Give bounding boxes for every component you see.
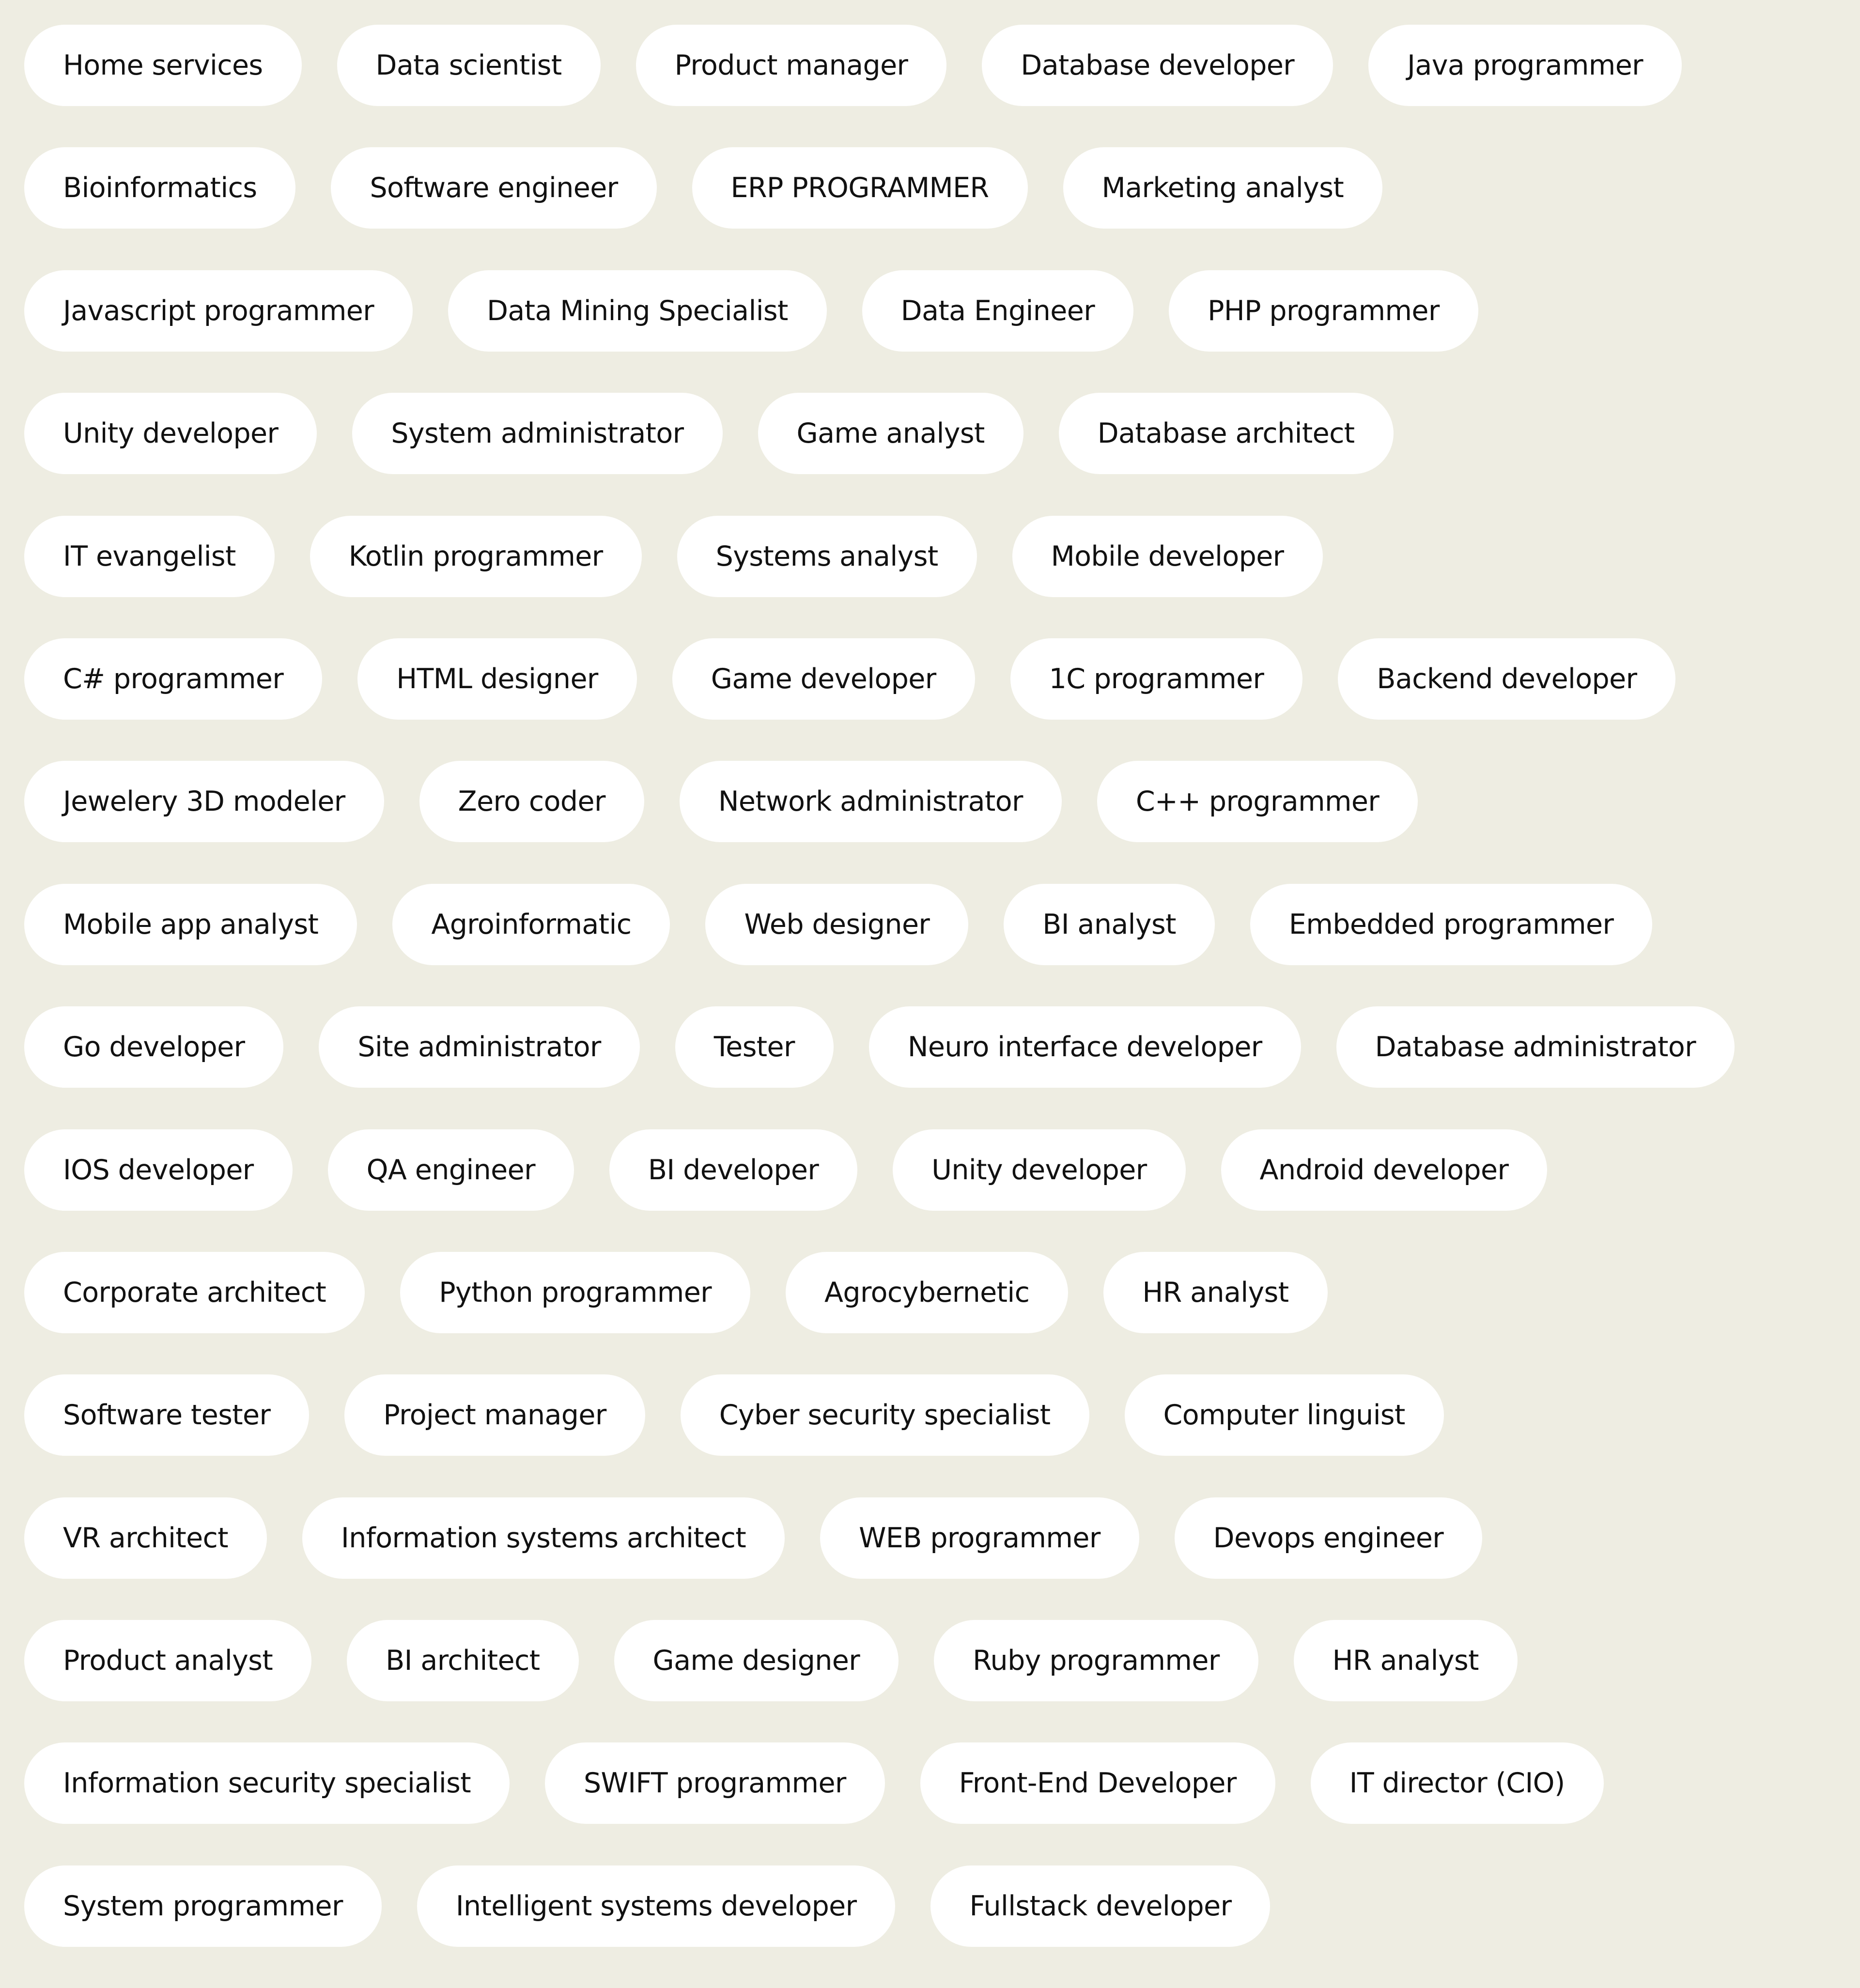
job-tag[interactable]: Java programmer <box>1368 25 1682 106</box>
job-tag[interactable]: IOS developer <box>24 1129 293 1211</box>
tag-row: Mobile app analyst Agroinformatic Web desi… <box>24 883 1860 965</box>
job-tag[interactable]: Cyber security specialist <box>680 1374 1089 1456</box>
job-tag[interactable]: Agrocybernetic <box>786 1251 1069 1333</box>
job-tag[interactable]: Corporate architect <box>24 1251 365 1333</box>
job-tag[interactable]: PHP programmer <box>1169 270 1478 352</box>
tag-row: Software tester Project manager Cyber secu… <box>24 1374 1860 1456</box>
job-tag[interactable]: C# programmer <box>24 638 323 720</box>
job-tag[interactable]: Home services <box>24 25 302 106</box>
job-tag[interactable]: IT director (CIO) <box>1310 1742 1604 1824</box>
job-tag[interactable]: Software tester <box>24 1374 310 1456</box>
tag-row: Bioinformatics Software engineer ERP PROGR… <box>24 147 1860 229</box>
job-tag[interactable]: SWIFT programmer <box>544 1742 885 1824</box>
job-tag[interactable]: Zero coder <box>419 761 644 843</box>
job-tag[interactable]: Site administrator <box>319 1006 640 1088</box>
job-tag[interactable]: Agroinformatic <box>392 883 670 965</box>
job-tag[interactable]: System administrator <box>352 393 723 475</box>
job-tag[interactable]: Mobile developer <box>1012 515 1323 597</box>
tag-row: Product analyst BI architect Game designer… <box>24 1620 1860 1702</box>
tag-row: VR architect Information systems architec… <box>24 1497 1860 1579</box>
job-tag[interactable]: Front-End Developer <box>920 1742 1275 1824</box>
job-tag[interactable]: Python programmer <box>400 1251 751 1333</box>
job-tag[interactable]: BI analyst <box>1004 883 1215 965</box>
tag-row: Go developer Site administrator Tester Neur… <box>24 1006 1860 1088</box>
job-tag[interactable]: IT evangelist <box>24 515 275 597</box>
job-tag[interactable]: 1C programmer <box>1010 638 1303 720</box>
job-tag[interactable]: WEB programmer <box>820 1497 1139 1579</box>
job-tag[interactable]: HR analyst <box>1103 1251 1328 1333</box>
job-tag[interactable]: Javascript programmer <box>24 270 413 352</box>
tag-row: Corporate architect Python programmer Agro… <box>24 1251 1860 1333</box>
job-tag[interactable]: Systems analyst <box>677 515 977 597</box>
tag-row: IT evangelist Kotlin programmer Systems an… <box>24 515 1860 597</box>
job-tag[interactable]: System programmer <box>24 1865 382 1947</box>
job-tag[interactable]: ERP PROGRAMMER <box>692 147 1028 229</box>
job-tag[interactable]: Ruby programmer <box>934 1620 1258 1702</box>
tag-row: Javascript programmer Data Mining Special… <box>24 270 1860 352</box>
job-tag[interactable]: Unity developer <box>24 393 317 475</box>
job-tag[interactable]: Database developer <box>982 25 1333 106</box>
job-tag[interactable]: Neuro interface developer <box>868 1006 1301 1088</box>
job-tag[interactable]: Information security specialist <box>24 1742 510 1824</box>
job-tag[interactable]: Computer linguist <box>1124 1374 1444 1456</box>
job-tag[interactable]: Jewelery 3D modeler <box>24 761 384 843</box>
job-tag[interactable]: HTML designer <box>357 638 637 720</box>
job-tag[interactable]: HR analyst <box>1293 1620 1518 1702</box>
job-tag[interactable]: Database architect <box>1058 393 1394 475</box>
tag-row: Home services Data scientist Product manag… <box>24 25 1860 106</box>
job-tag[interactable]: Mobile app analyst <box>24 883 357 965</box>
tag-row: IOS developer QA engineer BI developer Unit… <box>24 1129 1860 1211</box>
job-tag[interactable]: Product analyst <box>24 1620 312 1702</box>
job-tag[interactable]: Embedded programmer <box>1250 883 1653 965</box>
job-tag[interactable]: Software engineer <box>331 147 657 229</box>
job-tag[interactable]: Product manager <box>636 25 947 106</box>
job-tag[interactable]: Marketing analyst <box>1063 147 1383 229</box>
tag-row: System programmer Intelligent systems dev… <box>24 1865 1860 1947</box>
job-tag[interactable]: Devops engineer <box>1174 1497 1483 1579</box>
job-tag[interactable]: Game analyst <box>758 393 1023 475</box>
tag-row: C# programmer HTML designer Game developer… <box>24 638 1860 720</box>
job-tag[interactable]: Fullstack developer <box>930 1865 1271 1947</box>
job-tag[interactable]: Unity developer <box>893 1129 1186 1211</box>
job-tag[interactable]: Project manager <box>344 1374 645 1456</box>
tag-row: Information security specialist SWIFT pro… <box>24 1742 1860 1824</box>
job-tag[interactable]: Kotlin programmer <box>310 515 642 597</box>
job-tag[interactable]: Data Engineer <box>862 270 1134 352</box>
job-tag[interactable]: Intelligent systems developer <box>417 1865 896 1947</box>
job-tag[interactable]: BI developer <box>609 1129 858 1211</box>
job-tag[interactable]: Android developer <box>1221 1129 1548 1211</box>
job-tag[interactable]: Go developer <box>24 1006 284 1088</box>
job-tag[interactable]: Game designer <box>614 1620 899 1702</box>
job-tag[interactable]: Web designer <box>705 883 969 965</box>
job-tag[interactable]: Tester <box>675 1006 834 1088</box>
job-tag[interactable]: VR architect <box>24 1497 267 1579</box>
job-tag[interactable]: Data Mining Specialist <box>448 270 827 352</box>
job-tag[interactable]: C++ programmer <box>1097 761 1418 843</box>
job-tag[interactable]: Backend developer <box>1338 638 1676 720</box>
job-tag[interactable]: QA engineer <box>327 1129 574 1211</box>
tag-row: Jewelery 3D modeler Zero coder Network adm… <box>24 761 1860 843</box>
job-tag[interactable]: Database administrator <box>1336 1006 1735 1088</box>
tag-row: Unity developer System administrator Game … <box>24 393 1860 475</box>
job-tag[interactable]: Game developer <box>672 638 975 720</box>
job-tag[interactable]: Network administrator <box>679 761 1062 843</box>
job-tag[interactable]: BI architect <box>347 1620 579 1702</box>
job-tag[interactable]: Information systems architect <box>302 1497 785 1579</box>
job-tag[interactable]: Bioinformatics <box>24 147 296 229</box>
job-tag[interactable]: Data scientist <box>337 25 601 106</box>
job-tag-cloud: Home services Data scientist Product manag… <box>24 25 1860 1988</box>
